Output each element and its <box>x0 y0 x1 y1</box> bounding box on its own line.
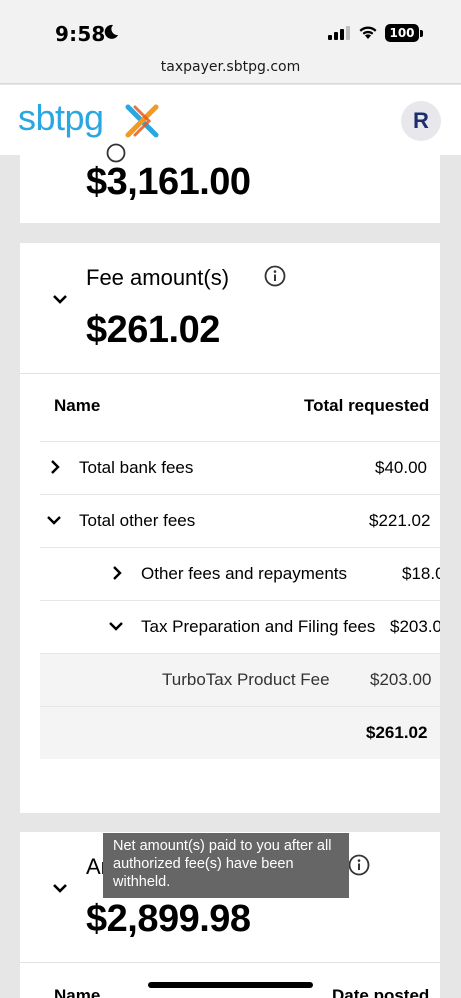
chevron-down-icon[interactable] <box>52 293 68 305</box>
battery-tip <box>420 30 423 37</box>
refund-amount-card: $3,161.00 <box>20 143 440 223</box>
info-icon[interactable] <box>348 854 370 876</box>
fee-row-label: Other fees and repayments <box>141 564 348 583</box>
fee-row-total-bank-fees[interactable]: Total bank fees $40.00 <box>40 441 440 494</box>
status-bar: 9:58 100 <box>0 0 461 56</box>
status-time: 9:58 <box>55 22 106 46</box>
fee-row-label: Tax Preparation and Filing fees <box>141 617 376 636</box>
fee-row-amount: $40.00 <box>375 458 427 477</box>
site-header: sbtpg R <box>0 85 461 155</box>
fee-row-tax-preparation-fees[interactable]: Tax Preparation and Filing fees $203.00 <box>40 600 440 653</box>
chevron-down-icon[interactable] <box>109 619 123 633</box>
fee-row-total-other-fees[interactable]: Total other fees $221.02 <box>40 494 440 547</box>
column-header-date-posted: Date posted <box>332 986 430 998</box>
column-header-clip: Date posted <box>332 972 440 998</box>
cellular-signal-icon <box>328 26 350 40</box>
fee-row-amount: $221.02 <box>369 511 431 530</box>
logo[interactable]: sbtpg <box>18 97 104 139</box>
browser-url-bar[interactable]: taxpayer.sbtpg.com <box>0 56 461 84</box>
fee-amounts-card: Fee amount(s) $261.02 Name Total request… <box>20 243 440 813</box>
column-header-name: Name <box>54 986 101 998</box>
column-header-clip: Total requested <box>304 383 440 427</box>
battery-icon: 100 <box>385 24 419 42</box>
info-icon[interactable] <box>106 143 126 163</box>
user-avatar[interactable]: R <box>401 101 441 141</box>
fee-total-value: $261.02 <box>366 723 428 742</box>
url-text: taxpayer.sbtpg.com <box>160 59 301 75</box>
fee-row-label: Total other fees <box>79 511 196 530</box>
column-header-name: Name <box>54 396 101 415</box>
fee-row-turbotax-product-fee: TurboTax Product Fee $203.00 <box>40 653 440 706</box>
fee-total-row: $261.02 <box>40 706 440 759</box>
fee-row-label: TurboTax Product Fee <box>162 670 330 689</box>
info-icon[interactable] <box>264 265 286 287</box>
fee-row-amount: $18.00 <box>402 564 440 583</box>
fee-total-amount: $261.02 <box>86 309 220 351</box>
chevron-right-icon[interactable] <box>110 566 124 580</box>
refund-amount: $3,161.00 <box>86 161 251 203</box>
fee-amounts-title: Fee amount(s) <box>86 265 230 290</box>
chevron-right-icon[interactable] <box>48 460 62 474</box>
column-header-total-requested: Total requested <box>304 396 430 415</box>
home-indicator[interactable] <box>148 982 313 988</box>
divider <box>20 962 440 963</box>
moon-icon <box>104 24 118 39</box>
fee-row-amount: $203.00 <box>390 617 440 636</box>
chevron-down-icon[interactable] <box>47 513 61 527</box>
fee-row-label: Total bank fees <box>79 458 194 477</box>
fee-row-amount: $203.00 <box>370 670 432 689</box>
fee-row-other-fees-and-repayments[interactable]: Other fees and repayments $18.00 <box>40 547 440 600</box>
net-amount-value: $2,899.98 <box>86 898 251 940</box>
logo-x-icon <box>125 104 159 138</box>
wifi-icon <box>359 26 377 39</box>
chevron-down-icon[interactable] <box>52 882 68 894</box>
net-amount-tooltip: Net amount(s) paid to you after all auth… <box>103 833 349 898</box>
divider <box>20 373 440 374</box>
